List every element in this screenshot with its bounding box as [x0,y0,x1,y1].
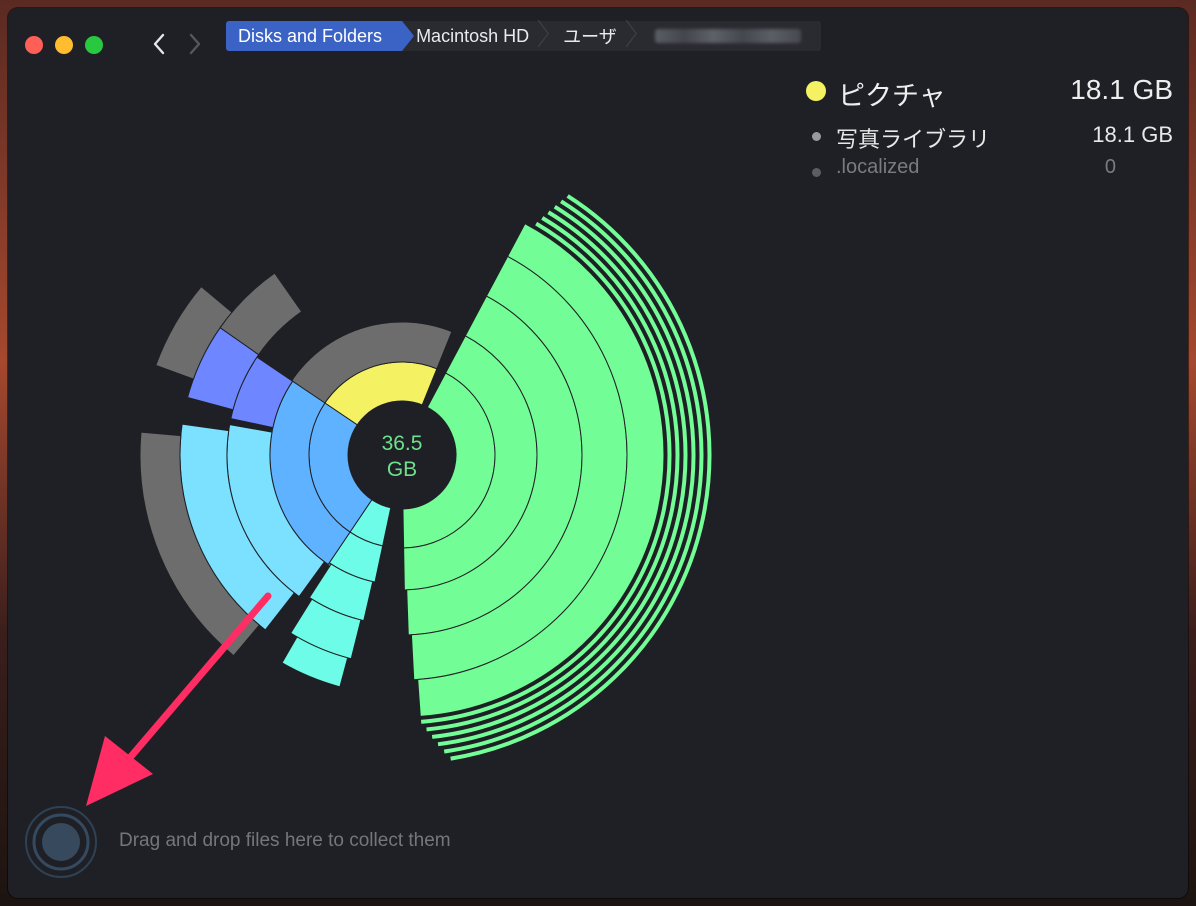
app-window: Disks and Folders Macintosh HD ユーザ ピクチャ … [8,8,1188,898]
collector-drop-hint: Drag and drop files here to collect them [119,830,451,851]
collector-icon[interactable] [24,805,98,879]
center-size-unit: GB [386,458,418,481]
center-total-size[interactable]: 36.5 GB [347,431,457,483]
disk-usage-sunburst[interactable] [8,8,1188,898]
center-size-value: 36.5 [381,432,423,455]
